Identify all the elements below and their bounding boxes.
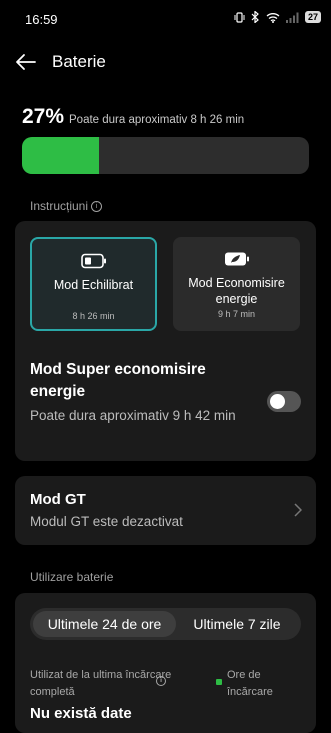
no-data-text: Nu există date	[30, 705, 132, 722]
status-icons: 27	[234, 11, 321, 23]
battery-duration: Poate dura aproximativ 8 h 26 min	[69, 114, 245, 126]
power-mode-card: Mod Echilibrat 8 h 26 min Mod Economisir…	[15, 221, 316, 461]
battery-level-fill	[22, 137, 100, 174]
vibrate-icon	[234, 11, 245, 23]
leaf-battery-icon	[224, 251, 250, 272]
super-saver-toggle[interactable]	[267, 391, 301, 412]
mode-name: Mod Economisire energie	[188, 276, 285, 306]
wifi-icon	[266, 12, 280, 23]
status-time: 16:59	[25, 12, 58, 27]
toggle-knob	[270, 394, 285, 409]
back-button[interactable]	[14, 50, 38, 74]
battery-percent: 27%	[22, 105, 65, 128]
used-since-text: Utilizat de la ultima încărcare completă	[30, 669, 172, 698]
info-icon[interactable]: i	[156, 670, 166, 688]
arrow-left-icon	[14, 54, 38, 78]
tab-last-7-days[interactable]: Ultimele 7 zile	[176, 611, 298, 637]
mode-tile-balanced[interactable]: Mod Echilibrat 8 h 26 min	[30, 237, 157, 331]
tab-last-24h[interactable]: Ultimele 24 de ore	[33, 611, 176, 637]
mode-tile-power-saving[interactable]: Mod Economisire energie 9 h 7 min	[173, 237, 300, 331]
mode-name: Mod Echilibrat	[53, 278, 134, 292]
bluetooth-icon	[251, 11, 260, 23]
super-saver-description: Poate dura aproximativ 9 h 42 min	[30, 408, 236, 423]
gt-description: Modul GT este dezactivat	[30, 514, 183, 529]
page-title: Baterie	[52, 52, 106, 71]
gt-mode-row[interactable]: Mod GT Modul GT este dezactivat	[15, 476, 316, 545]
battery-icon	[80, 253, 107, 274]
usage-period-selector: Ultimele 24 de ore Ultimele 7 zile	[30, 608, 301, 640]
charging-legend-label: Ore de încărcare	[227, 669, 273, 698]
usage-section-label: Utilizare baterie	[30, 570, 114, 584]
mode-time: 9 h 7 min	[217, 309, 256, 319]
usage-card: Ultimele 24 de ore Ultimele 7 zile Utili…	[15, 593, 316, 733]
charging-legend-swatch	[216, 679, 222, 685]
instructions-label: Instrucțiuni	[30, 199, 89, 213]
signal-icon	[285, 12, 299, 23]
super-saver-title: Mod Super economisire energie	[30, 361, 206, 400]
mode-time: 8 h 26 min	[72, 311, 115, 321]
instructions-link[interactable]: Instrucțiuni i	[30, 199, 103, 213]
chevron-right-icon	[294, 503, 303, 522]
info-icon: i	[91, 200, 103, 212]
battery-level-bar	[22, 137, 309, 174]
battery-icon: 27	[304, 11, 321, 23]
gt-title: Mod GT	[30, 491, 86, 508]
